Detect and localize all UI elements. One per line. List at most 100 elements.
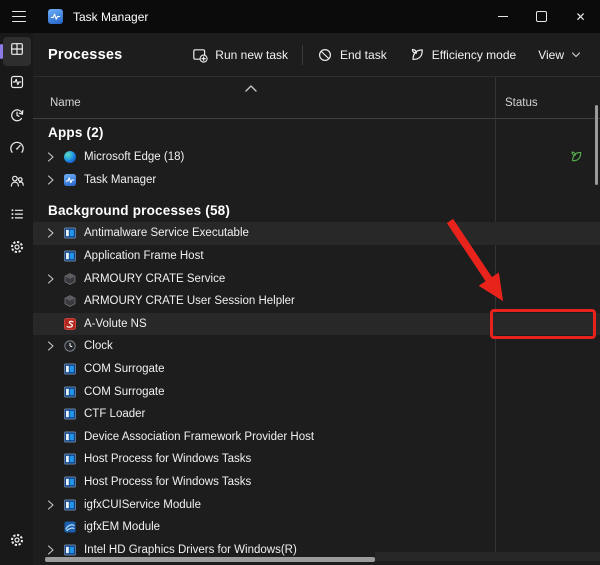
efficiency-mode-button[interactable]: Efficiency mode xyxy=(398,42,528,68)
process-row[interactable]: Microsoft Edge (18) xyxy=(33,146,600,169)
leaf-icon xyxy=(409,47,425,63)
run-new-task-icon xyxy=(192,47,208,63)
column-header-name[interactable]: Name xyxy=(50,97,81,109)
maximize-icon xyxy=(536,11,547,22)
process-name: Device Association Framework Provider Ho… xyxy=(84,431,314,443)
igfx-em-icon xyxy=(64,521,76,533)
app-window-icon xyxy=(64,476,76,488)
sidebar-item-settings[interactable] xyxy=(0,528,33,557)
process-rows: Apps (2) Microsoft Edge (18) Task Manager B… xyxy=(33,119,600,561)
edge-icon xyxy=(64,151,76,163)
task-manager-icon xyxy=(64,174,76,186)
sidebar-item-services[interactable] xyxy=(3,235,31,264)
process-row[interactable]: Antimalware Service Executable xyxy=(33,222,600,245)
toolbar-divider xyxy=(302,45,303,65)
process-name: igfxEM Module xyxy=(84,521,160,533)
process-name: Task Manager xyxy=(84,174,156,186)
services-icon xyxy=(9,239,25,260)
maximize-button[interactable] xyxy=(522,0,561,33)
process-row[interactable]: Host Process for Windows Tasks xyxy=(33,448,600,471)
app-window-icon xyxy=(64,453,76,465)
process-name: A-Volute NS xyxy=(84,318,147,330)
sidebar-item-processes[interactable] xyxy=(3,37,31,66)
app-history-icon xyxy=(9,107,25,128)
window-title: Task Manager xyxy=(73,10,148,24)
run-new-task-button[interactable]: Run new task xyxy=(181,42,299,68)
page-title: Processes xyxy=(48,47,122,63)
process-row[interactable]: Task Manager xyxy=(33,169,600,192)
process-name: Host Process for Windows Tasks xyxy=(84,453,251,465)
group-label: Background processes (58) xyxy=(48,203,230,218)
window-controls: ✕ xyxy=(483,0,600,33)
main-pane: Processes Run new task End taskEfficiency… xyxy=(33,33,600,565)
users-icon xyxy=(9,173,25,194)
process-table: Name Status Apps (2) Microsoft Edge (18) T… xyxy=(33,76,600,565)
process-name: Microsoft Edge (18) xyxy=(84,151,184,163)
armoury-crate-icon xyxy=(64,295,76,307)
sidebar-item-details[interactable] xyxy=(3,202,31,231)
process-name: COM Surrogate xyxy=(84,386,165,398)
process-row[interactable]: CTF Loader xyxy=(33,403,600,426)
task-manager-logo-icon xyxy=(48,9,63,24)
close-icon: ✕ xyxy=(575,11,585,23)
chevron-down-icon xyxy=(571,52,581,58)
group-label: Apps (2) xyxy=(48,125,104,140)
chevron-right-icon[interactable] xyxy=(47,544,55,555)
titlebar: Task Manager ✕ xyxy=(0,0,600,33)
armoury-crate-icon xyxy=(64,273,76,285)
minimize-button[interactable] xyxy=(483,0,522,33)
process-row[interactable]: Clock xyxy=(33,335,600,358)
end-task-button[interactable]: End task xyxy=(306,42,398,68)
clock-icon xyxy=(64,340,76,352)
chevron-right-icon[interactable] xyxy=(47,273,55,284)
a-volute-icon xyxy=(64,318,76,330)
app-window-icon xyxy=(64,499,76,511)
chevron-right-icon[interactable] xyxy=(47,152,55,163)
efficiency-leaf-icon xyxy=(569,150,583,164)
process-row[interactable]: A-Volute NS xyxy=(33,313,600,336)
process-row[interactable]: Host Process for Windows Tasks xyxy=(33,471,600,494)
chevron-right-icon[interactable] xyxy=(47,174,55,185)
horizontal-scrollbar-thumb[interactable] xyxy=(45,557,375,562)
process-row[interactable]: igfxCUIService Module xyxy=(33,493,600,516)
process-row[interactable]: ARMOURY CRATE User Session Helpler xyxy=(33,290,600,313)
minimize-icon xyxy=(498,16,508,17)
selected-accent-pill xyxy=(0,44,3,59)
sidebar-item-performance[interactable] xyxy=(3,70,31,99)
sidebar xyxy=(0,33,33,565)
scroll-up-indicator[interactable] xyxy=(244,80,258,89)
process-row[interactable]: COM Surrogate xyxy=(33,380,600,403)
process-row[interactable]: COM Surrogate xyxy=(33,358,600,381)
performance-icon xyxy=(9,74,25,95)
process-group-row[interactable]: Background processes (58) xyxy=(33,191,600,222)
column-header-status[interactable]: Status xyxy=(505,97,538,109)
process-name: Host Process for Windows Tasks xyxy=(84,476,251,488)
view-button[interactable]: View xyxy=(527,43,592,67)
vertical-scrollbar-thumb[interactable] xyxy=(595,105,598,185)
process-row[interactable]: igfxEM Module xyxy=(33,516,600,539)
process-group-row[interactable]: Apps (2) xyxy=(33,119,600,146)
chevron-right-icon[interactable] xyxy=(47,499,55,510)
sidebar-item-users[interactable] xyxy=(3,169,31,198)
chevron-right-icon[interactable] xyxy=(47,228,55,239)
processes-icon xyxy=(9,41,25,62)
sidebar-item-startup-apps[interactable] xyxy=(3,136,31,165)
process-name: ARMOURY CRATE Service xyxy=(84,273,225,285)
table-header: Name Status xyxy=(33,90,600,119)
process-row[interactable]: ARMOURY CRATE Service xyxy=(33,267,600,290)
task-manager-window: Task Manager ✕ Processes Run new task End… xyxy=(0,0,600,565)
app-window-icon xyxy=(64,227,76,239)
process-row[interactable]: Application Frame Host xyxy=(33,245,600,268)
app-window-icon xyxy=(64,250,76,262)
app-window-icon xyxy=(64,386,76,398)
close-button[interactable]: ✕ xyxy=(561,0,600,33)
app-window-icon xyxy=(64,431,76,443)
hamburger-menu-icon[interactable] xyxy=(2,0,35,33)
process-name: COM Surrogate xyxy=(84,363,165,375)
startup-apps-icon xyxy=(9,140,25,161)
process-name: CTF Loader xyxy=(84,408,145,420)
process-name: Antimalware Service Executable xyxy=(84,227,249,239)
process-row[interactable]: Device Association Framework Provider Ho… xyxy=(33,426,600,449)
sidebar-item-app-history[interactable] xyxy=(3,103,31,132)
chevron-right-icon[interactable] xyxy=(47,341,55,352)
